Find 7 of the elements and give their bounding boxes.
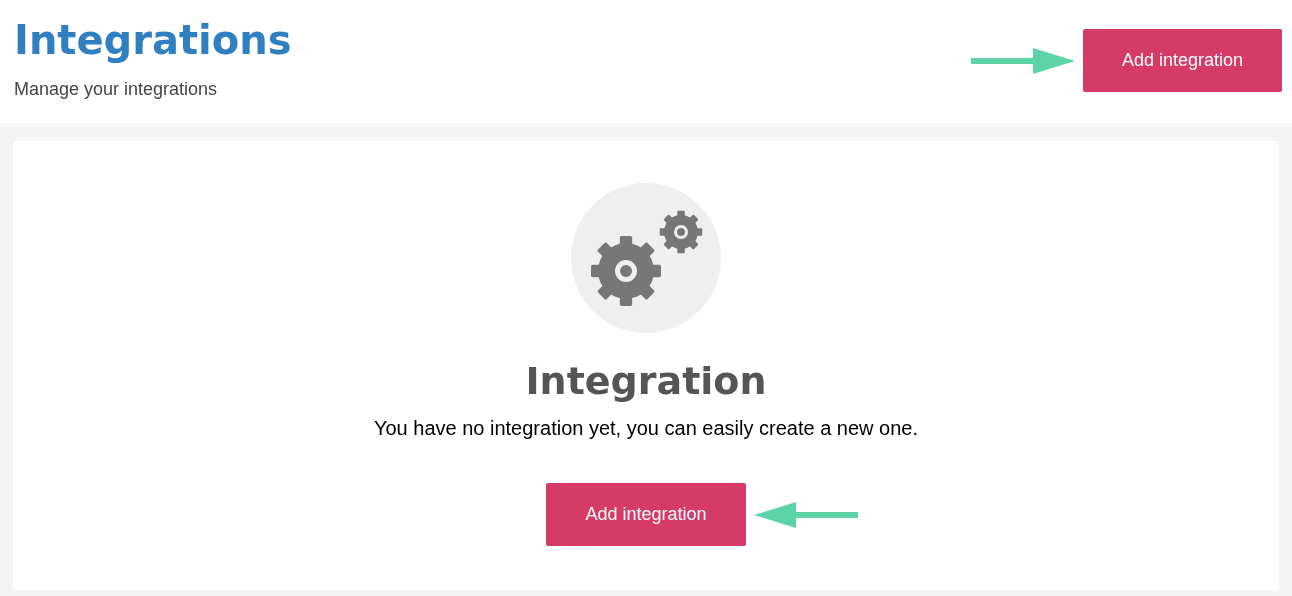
empty-state-title: Integration <box>525 358 767 405</box>
gears-icon <box>571 183 721 333</box>
page-title: Integrations <box>14 16 292 65</box>
empty-state-message: You have no integration yet, you can easily create a new one. <box>373 416 919 441</box>
page-subtitle: Manage your integrations <box>14 78 219 101</box>
add-integration-button[interactable]: Add integration <box>546 483 746 546</box>
add-integration-button[interactable]: Add integration <box>1083 29 1282 92</box>
